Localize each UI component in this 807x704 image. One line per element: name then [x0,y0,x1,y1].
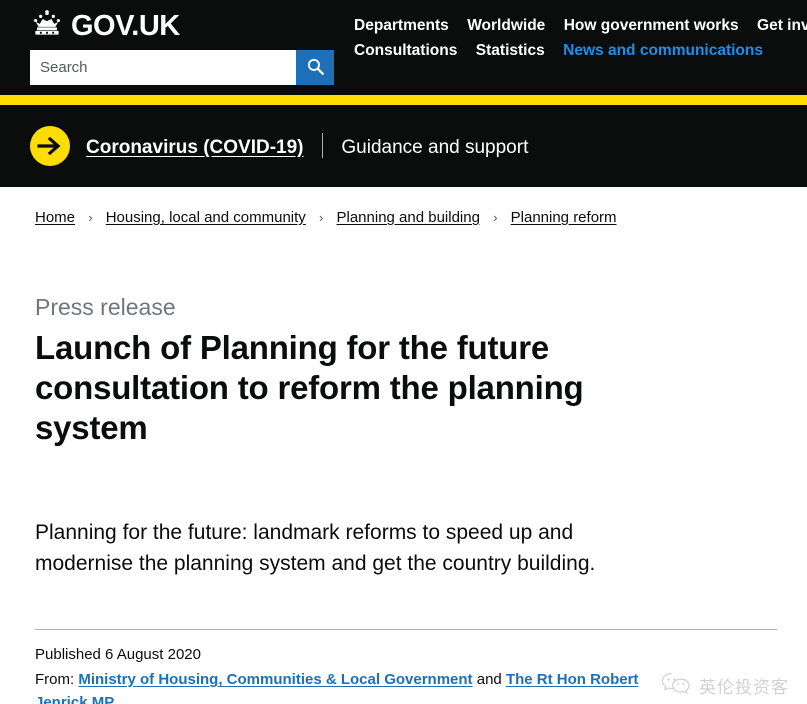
nav-link-worldwide[interactable]: Worldwide [467,17,545,34]
site-search[interactable] [30,50,334,85]
from-label: From: [35,671,75,689]
document-metadata: Published 6 August 2020 From: Ministry o… [30,630,670,704]
breadcrumb-item-housing-local-and-community[interactable]: Housing, local and community [106,209,306,226]
nav-link-how-government-works[interactable]: How government works [564,17,739,34]
header-navigation: Departments Worldwide How government wor… [334,8,807,64]
gov-uk-header: GOV.UK Departments Worldwide Ho [0,0,807,105]
wechat-watermark: 英伦投资客 [661,671,789,701]
breadcrumb-item-planning-reform[interactable]: Planning reform [511,209,617,226]
breadcrumb-item-planning-and-building[interactable]: Planning and building [337,209,480,226]
page-title: Launch of Planning for the future consul… [35,328,584,447]
nav-link-news-and-communications[interactable]: News and communications [563,42,763,59]
main-content: Home › Housing, local and community › Pl… [0,187,807,704]
document-summary: Planning for the future: landmark reform… [35,521,596,575]
watermark-text: 英伦投资客 [699,678,789,699]
nav-link-statistics[interactable]: Statistics [476,42,545,59]
nav-row-secondary: Consultations Statistics News and commun… [354,39,807,64]
covid-sub-label: Guidance and support [341,137,529,158]
breadcrumb-item-home[interactable]: Home [35,209,75,226]
nav-link-get-involved[interactable]: Get involved [757,17,807,34]
nav-link-consultations[interactable]: Consultations [354,42,457,59]
gov-uk-brand-label: GOV.UK [71,9,180,42]
arrow-right-circle-icon [30,126,70,166]
header-accent-bar [0,95,807,105]
breadcrumb-separator: › [318,210,324,225]
breadcrumb-separator: › [88,210,93,225]
search-button[interactable] [296,50,334,85]
covid-divider [321,133,323,158]
covid-guidance-link[interactable]: Coronavirus (COVID-19) [86,137,303,158]
organisation-link[interactable]: Ministry of Housing, Communities & Local… [78,671,472,688]
royal-crown-icon [30,10,64,42]
breadcrumb: Home › Housing, local and community › Pl… [30,187,777,226]
from-conjunction: and [476,671,502,689]
document-header: Press release Launch of Planning for the… [30,226,777,579]
nav-link-departments[interactable]: Departments [354,17,449,34]
breadcrumb-separator: › [493,210,498,225]
nav-row-primary: Departments Worldwide How government wor… [354,14,807,39]
from-line: From: Ministry of Housing, Communities &… [35,669,670,704]
covid-banner: Coronavirus (COVID-19) Guidance and supp… [0,105,807,187]
document-type-label: Press release [35,294,176,320]
published-date: Published 6 August 2020 [35,646,201,664]
gov-uk-logo[interactable]: GOV.UK [30,10,334,42]
search-icon [306,57,325,79]
search-input[interactable] [30,50,296,85]
